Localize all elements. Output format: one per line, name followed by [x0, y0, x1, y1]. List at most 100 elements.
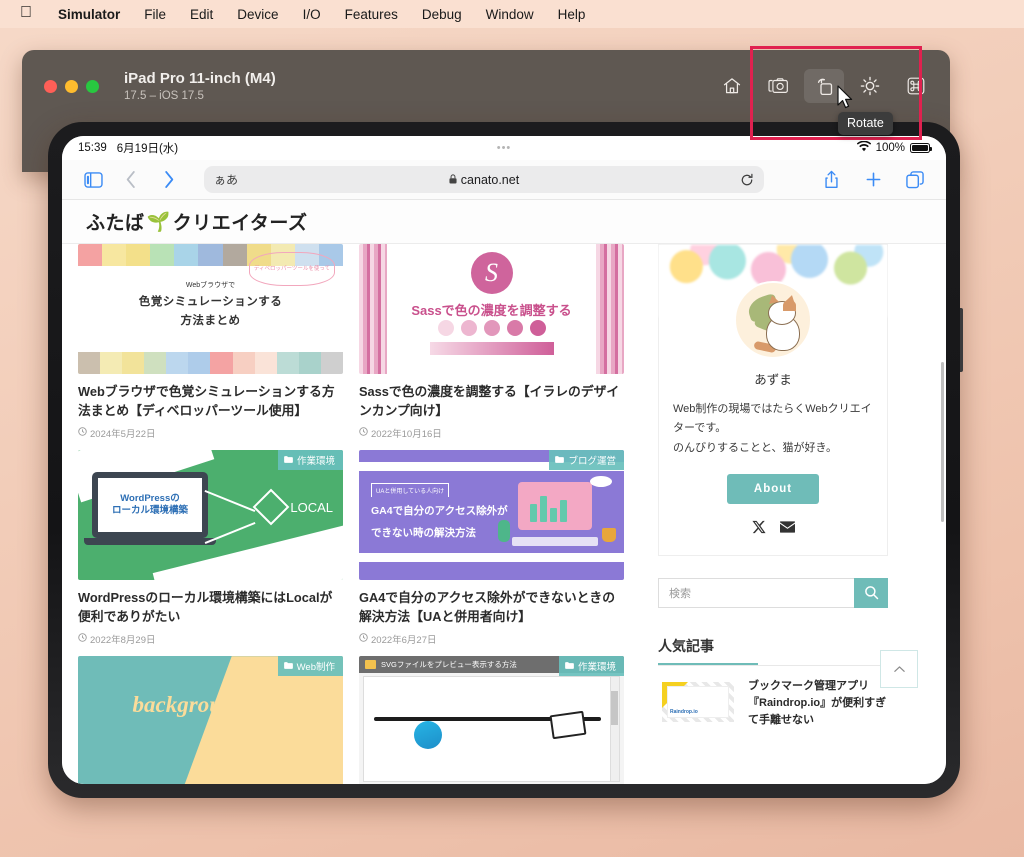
menu-item-debug[interactable]: Debug	[410, 7, 474, 22]
search-button[interactable]	[854, 577, 888, 608]
folder-icon	[555, 455, 565, 466]
article-card[interactable]: Web制作 background-clip	[78, 656, 343, 784]
clock-icon	[359, 427, 368, 439]
article-thumbnail[interactable]: Web制作 background-clip	[78, 656, 343, 784]
site-logo[interactable]: ふたば 🌱 クリエイターズ	[86, 208, 307, 235]
macos-menu-bar:  Simulator File Edit Device I/O Feature…	[0, 0, 1024, 28]
sidebar-icon[interactable]	[76, 165, 110, 195]
article-card[interactable]: Webブラウザで 色覚シミュレーションする 方法まとめ ディベロッパーツールを使…	[78, 244, 343, 440]
brightness-icon[interactable]	[850, 69, 890, 103]
menu-item-window[interactable]: Window	[474, 7, 546, 22]
share-icon[interactable]	[814, 165, 848, 195]
mail-icon[interactable]	[779, 520, 795, 539]
simulator-title-bar: iPad Pro 11-inch (M4) 17.5 – iOS 17.5	[22, 50, 950, 122]
category-badge-label: 作業環境	[296, 456, 335, 468]
screenshot-icon[interactable]	[758, 69, 798, 103]
rotate-icon[interactable]	[804, 69, 844, 103]
status-date: 6月19日(水)	[116, 143, 179, 155]
article-title[interactable]: GA4で自分のアクセス除外ができないときの解決方法【UAと併用者向け】	[359, 589, 624, 626]
text-size-button[interactable]: ぁあ	[214, 171, 238, 188]
article-card[interactable]: 作業環境 WordPressの ローカル環境構築 LOCAL WordPress…	[78, 450, 343, 646]
article-card[interactable]: SVGファイルをプレビュー表示する方法 作業環境	[359, 656, 624, 784]
search-box[interactable]: 検索	[658, 577, 888, 608]
article-card[interactable]: S Sassで色の濃度を調整する Sassで色の濃度を調整する【イラレのデザイン…	[359, 244, 624, 440]
article-date-text: 2022年8月29日	[90, 635, 156, 647]
social-links	[659, 504, 887, 555]
folder-icon	[565, 661, 574, 672]
forward-icon[interactable]	[152, 165, 186, 195]
site-header: ふたば 🌱 クリエイターズ	[62, 200, 946, 244]
profile-card: あずま Web制作の現場ではたらくWebクリエイターです。 のんびりすることと、…	[658, 244, 888, 556]
apple-logo-icon[interactable]: 	[16, 5, 46, 23]
search-input[interactable]: 検索	[658, 577, 854, 608]
desk-illustration	[498, 476, 616, 548]
multitasking-handle[interactable]: •••	[497, 142, 512, 154]
avatar	[734, 281, 812, 359]
profile-bio-line-1: Web制作の現場ではたらくWebクリエイターです。	[673, 403, 872, 435]
article-date-text: 2022年10月16日	[371, 429, 442, 441]
category-badge[interactable]: 作業環境	[277, 450, 343, 471]
simulator-toolbar	[712, 50, 936, 122]
lock-icon	[449, 173, 457, 187]
thumb-title: Sassで色の濃度を調整する	[411, 303, 572, 318]
tabs-icon[interactable]	[898, 165, 932, 195]
back-icon[interactable]	[114, 165, 148, 195]
list-item[interactable]: Raindrop.io ブックマーク管理アプリ『Raindrop.io』が便利す…	[658, 677, 888, 729]
zoom-button[interactable]	[86, 79, 99, 93]
menu-item-io[interactable]: I/O	[291, 7, 333, 22]
status-time: 15:39	[78, 142, 107, 154]
thumb-title-2: 方法まとめ	[180, 315, 241, 327]
url-text: canato.net	[460, 172, 520, 187]
article-thumbnail[interactable]: Webブラウザで 色覚シミュレーションする 方法まとめ ディベロッパーツールを使…	[78, 244, 343, 374]
category-badge[interactable]: Web制作	[277, 656, 343, 677]
popular-thumb-label: Raindrop.io	[670, 708, 698, 715]
menu-item-edit[interactable]: Edit	[178, 7, 225, 22]
x-twitter-icon[interactable]	[751, 520, 766, 539]
article-date: 2024年5月22日	[78, 426, 343, 440]
clock-icon	[359, 633, 368, 645]
menu-item-help[interactable]: Help	[546, 7, 598, 22]
article-date: 2022年8月29日	[78, 632, 343, 646]
article-card[interactable]: ブログ運営 UAと併用している人向け GA4で自分のアクセス除外が できない時の…	[359, 450, 624, 646]
scroll-to-top-button[interactable]	[880, 650, 918, 688]
menu-item-features[interactable]: Features	[333, 7, 410, 22]
folder-icon	[283, 661, 293, 672]
article-title[interactable]: Sassで色の濃度を調整する【イラレのデザインカンプ向け】	[359, 383, 624, 420]
site-logo-text-right: クリエイターズ	[172, 213, 308, 234]
window-subtitle: 17.5 – iOS 17.5	[124, 90, 204, 102]
popular-thumbnail[interactable]: Raindrop.io	[658, 677, 738, 726]
popular-article-title[interactable]: ブックマーク管理アプリ『Raindrop.io』が便利すぎて手離せない	[748, 678, 888, 729]
article-thumbnail[interactable]: SVGファイルをプレビュー表示する方法 作業環境	[359, 656, 624, 784]
minimize-button[interactable]	[65, 79, 78, 93]
category-badge-label: ブログ運営	[568, 456, 616, 468]
clock-icon	[78, 427, 87, 439]
article-title[interactable]: WordPressのローカル環境構築にはLocalが便利でありがたい	[78, 589, 343, 626]
popular-heading-divider	[658, 664, 888, 666]
category-badge[interactable]: ブログ運営	[549, 450, 624, 471]
command-icon[interactable]	[896, 69, 936, 103]
article-thumbnail[interactable]: 作業環境 WordPressの ローカル環境構築 LOCAL	[78, 450, 343, 581]
address-bar[interactable]: ぁあ canato.net	[204, 166, 764, 193]
thumb-text-2: ローカル環境構築	[111, 505, 188, 517]
sidebar: あずま Web制作の現場ではたらくWebクリエイターです。 のんびりすることと、…	[658, 244, 888, 784]
page-scrollbar[interactable]	[941, 362, 944, 522]
folder-icon	[365, 660, 376, 670]
menu-item-file[interactable]: File	[132, 7, 178, 22]
thumb-brand: LOCAL	[290, 499, 333, 515]
article-thumbnail[interactable]: ブログ運営 UAと併用している人向け GA4で自分のアクセス除外が できない時の…	[359, 450, 624, 581]
close-button[interactable]	[44, 79, 57, 93]
menu-item-device[interactable]: Device	[225, 7, 290, 22]
ipad-screen: 15:39 6月19日(水) ••• 100% ぁあ canato.net ふた…	[62, 136, 946, 784]
category-badge[interactable]: 作業環境	[558, 656, 624, 677]
ios-status-bar: 15:39 6月19日(水) ••• 100%	[62, 136, 946, 160]
reload-icon[interactable]	[740, 173, 754, 187]
seedling-icon: 🌱	[146, 211, 171, 233]
wifi-icon	[856, 140, 871, 155]
about-button[interactable]: About	[727, 473, 819, 504]
clock-icon	[78, 633, 87, 645]
home-icon[interactable]	[712, 69, 752, 103]
article-title[interactable]: Webブラウザで色覚シミュレーションする方法まとめ【ディベロッパーツール使用】	[78, 383, 343, 420]
plus-icon[interactable]	[856, 165, 890, 195]
menu-item-simulator[interactable]: Simulator	[46, 7, 132, 22]
article-thumbnail[interactable]: S Sassで色の濃度を調整する	[359, 244, 624, 374]
